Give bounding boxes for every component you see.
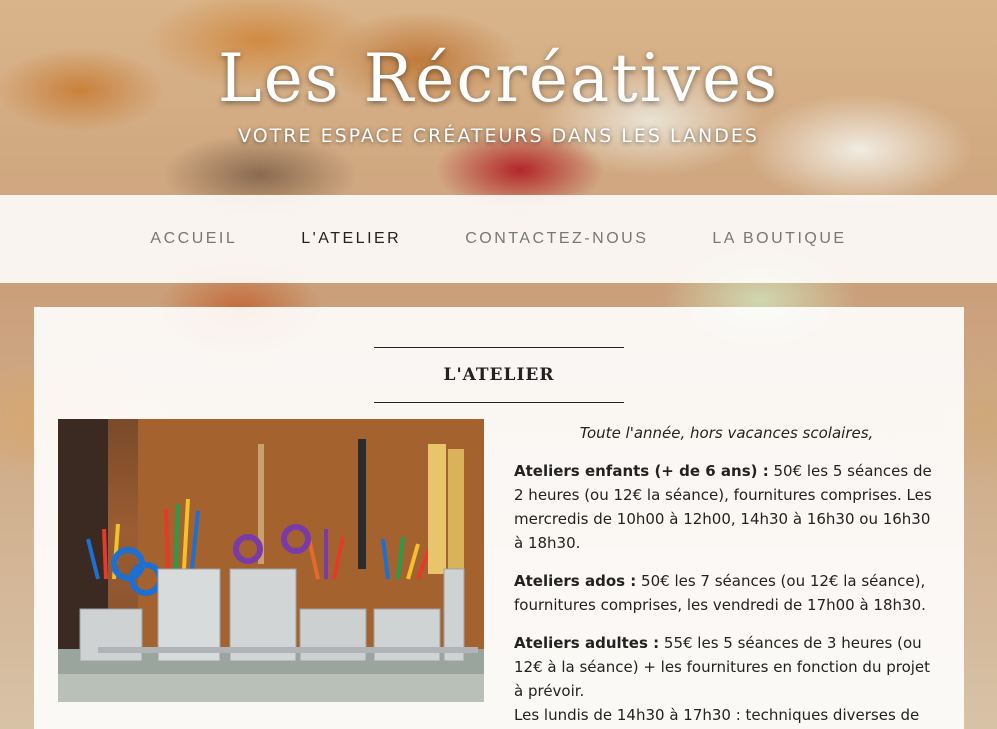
section-label: Ateliers adultes : bbox=[514, 634, 660, 652]
section-extra-text: Les lundis de 14h30 à 17h30 : techniques… bbox=[514, 706, 920, 724]
nav-item-boutique[interactable]: LA BOUTIQUE bbox=[712, 230, 846, 248]
nav-item-atelier[interactable]: L'ATELIER bbox=[301, 230, 401, 248]
nav-item-contactez-nous[interactable]: CONTACTEZ-NOUS bbox=[465, 230, 648, 248]
section-label: Ateliers ados : bbox=[514, 572, 637, 590]
nav-item-accueil[interactable]: ACCUEIL bbox=[150, 230, 237, 248]
content-panel: L'ATELIER Toute l'année, hors vacances s… bbox=[34, 307, 964, 729]
section-enfants: Ateliers enfants (+ de 6 ans) : 50€ les … bbox=[514, 459, 939, 555]
section-ados: Ateliers ados : 50€ les 7 séances (ou 12… bbox=[514, 569, 939, 617]
site-title[interactable]: Les Récréatives bbox=[0, 40, 997, 117]
intro-text: Toute l'année, hors vacances scolaires, bbox=[579, 424, 874, 442]
main-navigation: ACCUEIL L'ATELIER CONTACTEZ-NOUS LA BOUT… bbox=[0, 195, 997, 283]
section-adultes: Ateliers adultes : 55€ les 5 séances de … bbox=[514, 631, 939, 727]
site-header: Les Récréatives VOTRE ESPACE CRÉATEURS D… bbox=[0, 0, 997, 195]
atelier-description: Toute l'année, hors vacances scolaires, … bbox=[514, 421, 939, 729]
page-heading-frame: L'ATELIER bbox=[374, 347, 624, 403]
page-title: L'ATELIER bbox=[443, 365, 555, 385]
art-supplies-photo bbox=[58, 419, 484, 702]
section-label: Ateliers enfants (+ de 6 ans) : bbox=[514, 462, 769, 480]
art-supplies-illustration bbox=[58, 419, 484, 702]
site-tagline: VOTRE ESPACE CRÉATEURS DANS LES LANDES bbox=[238, 125, 759, 147]
